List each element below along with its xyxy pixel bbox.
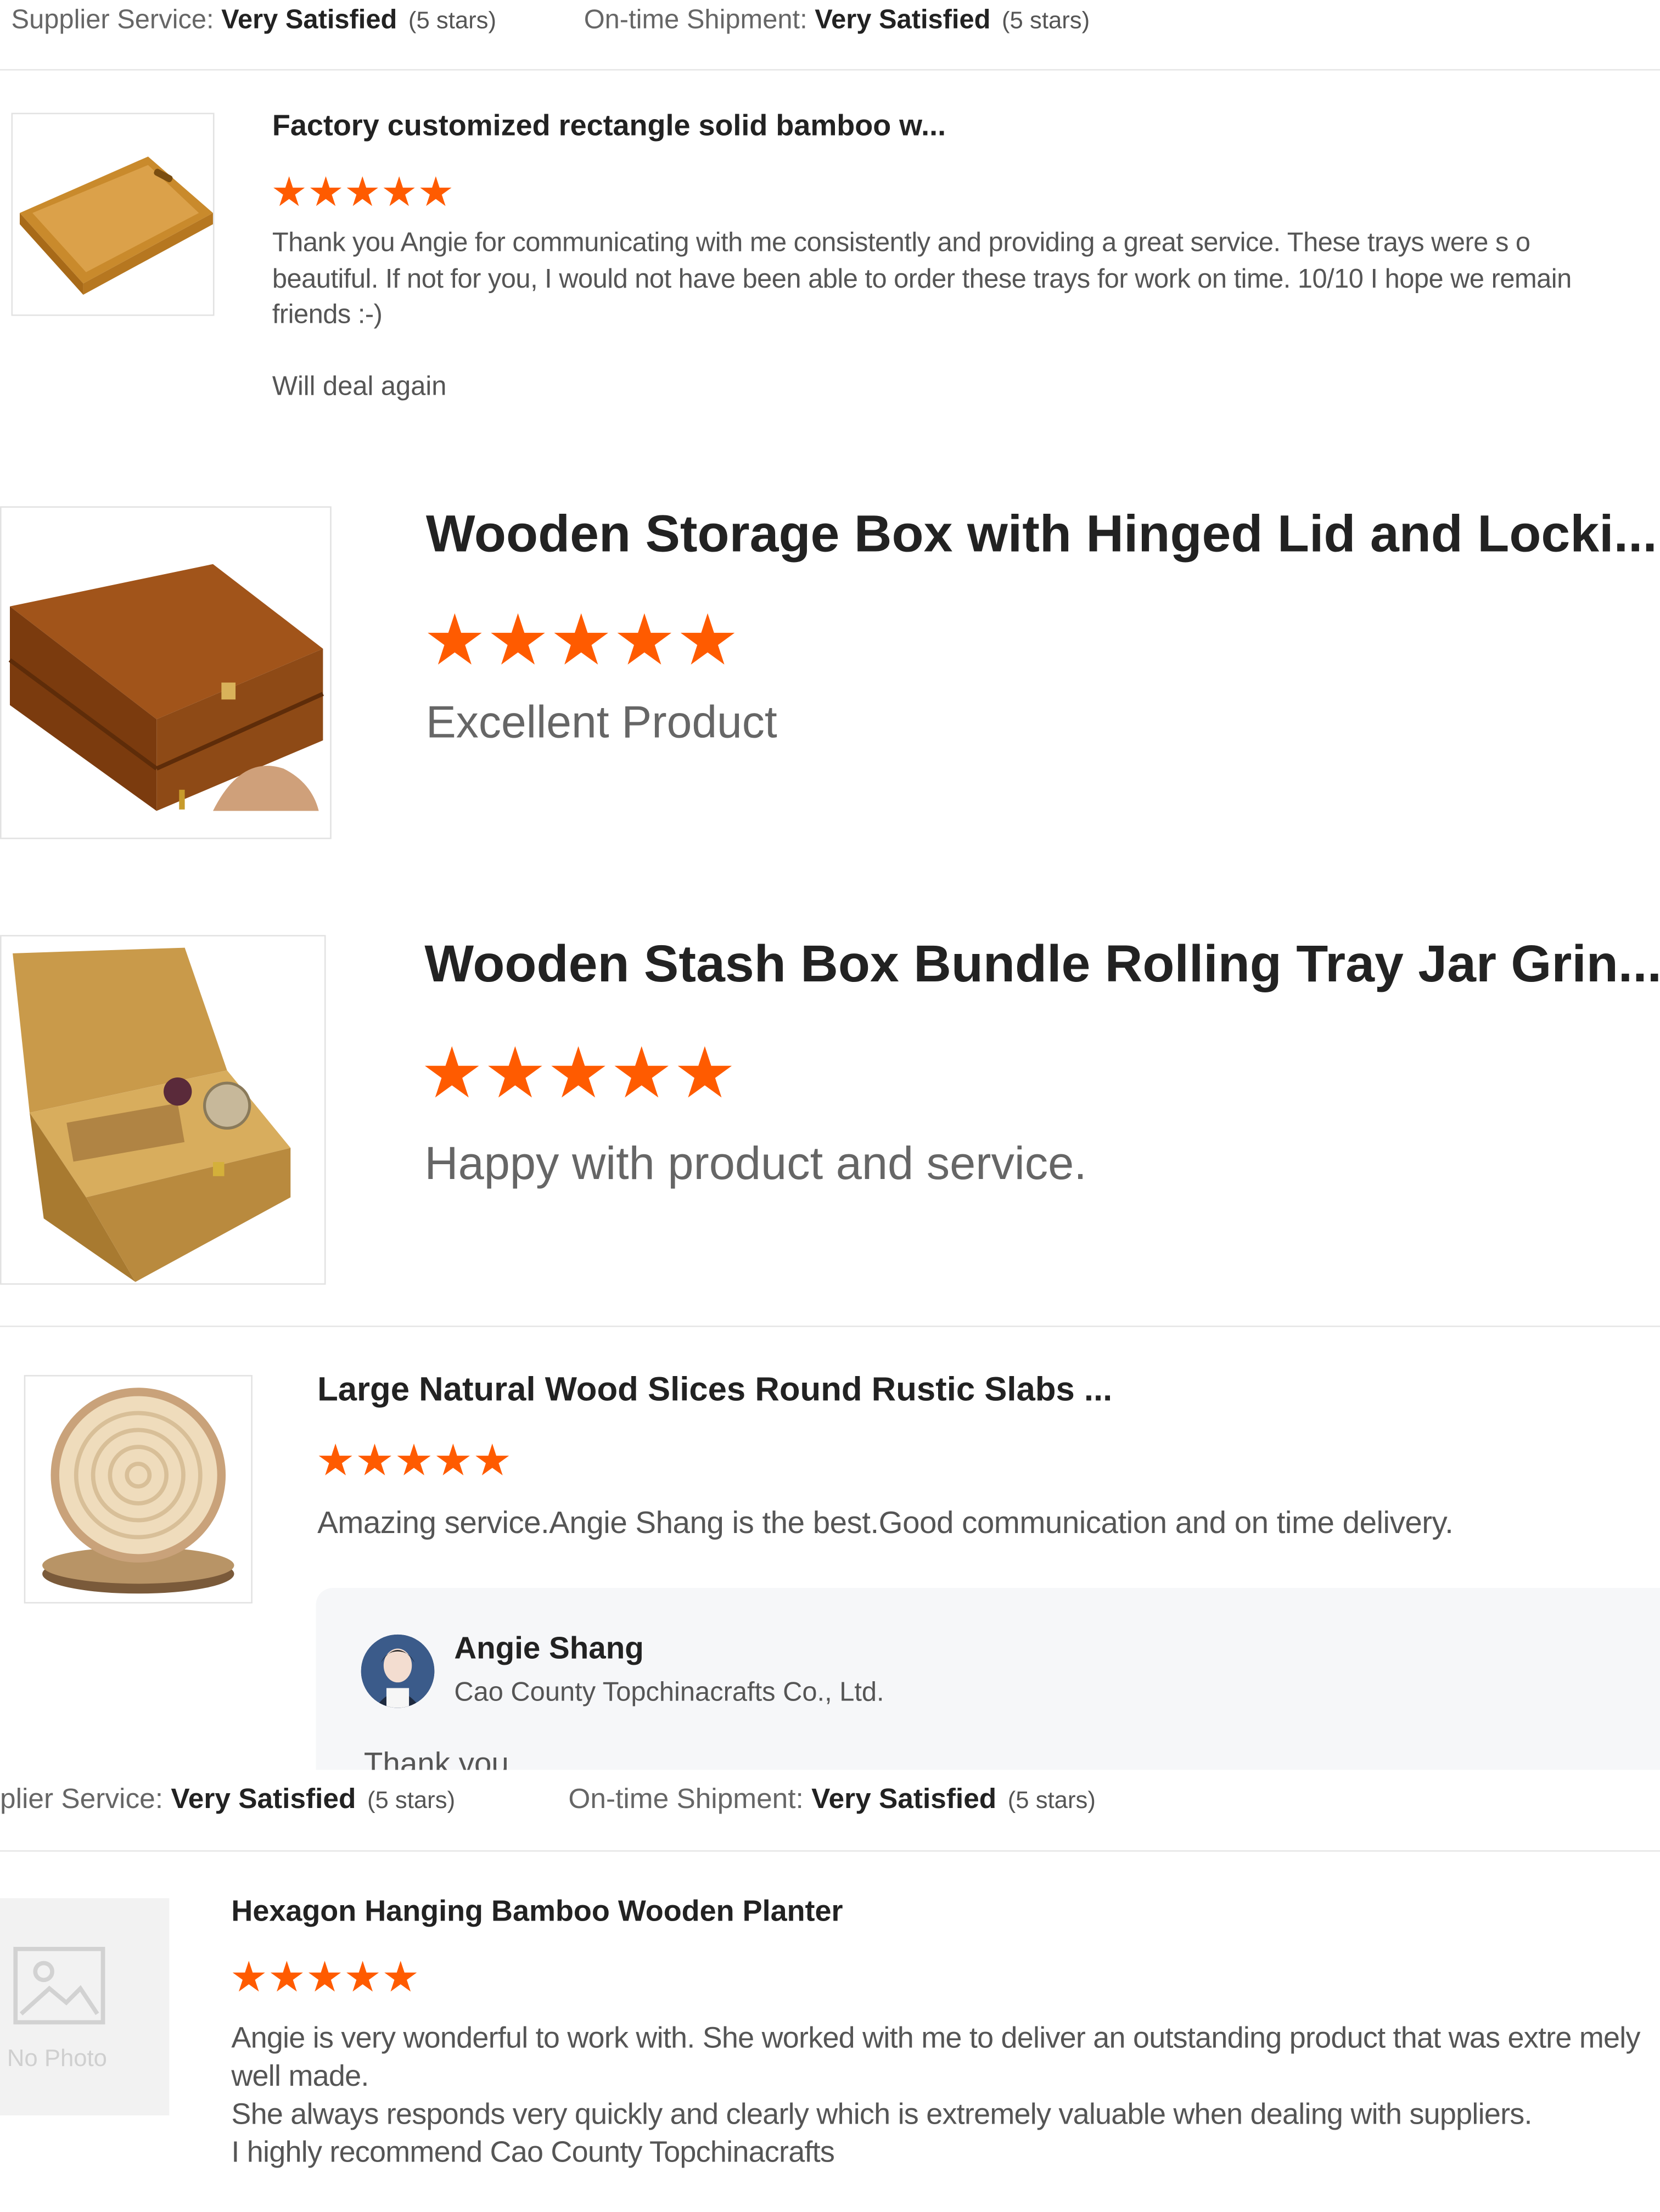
- reply-text: Thank you: [363, 1745, 509, 1770]
- review-text: Amazing service.Angie Shang is the best.…: [317, 1504, 1454, 1540]
- star-rating: ★★★★★: [420, 1034, 737, 1113]
- product-title[interactable]: Large Natural Wood Slices Round Rustic S…: [317, 1371, 1112, 1410]
- shipment-stars: (5 stars): [1007, 1787, 1096, 1814]
- star-rating: ★★★★★: [271, 170, 455, 216]
- product-thumbnail[interactable]: [0, 506, 332, 839]
- review-text: Angie is very wonderful to work with. Sh…: [231, 2019, 1646, 2171]
- shipment-rating: On-time Shipment: Very Satisfied (5 stars…: [568, 1784, 1095, 1816]
- divider: [0, 1850, 1660, 1852]
- shipment-value: Very Satisfied: [815, 5, 991, 36]
- stash-box-image: [13, 947, 291, 1282]
- supplier-service-label: plier Service:: [0, 1784, 164, 1815]
- wooden-box-image: [8, 564, 324, 811]
- star-rating: ★★★★★: [423, 600, 739, 680]
- no-photo-label: No Photo: [7, 2045, 107, 2072]
- supplier-service-stars: (5 stars): [367, 1787, 456, 1814]
- divider: [0, 69, 1660, 71]
- avatar: [361, 1634, 435, 1708]
- review-text: Happy with product and service.: [424, 1136, 1087, 1189]
- product-thumbnail[interactable]: [0, 935, 326, 1285]
- shipment-stars: (5 stars): [1002, 7, 1090, 34]
- review-text-line: I highly recommend Cao County Topchinacr…: [231, 2136, 835, 2169]
- supplier-service-value: Very Satisfied: [221, 5, 397, 36]
- shipment-label: On-time Shipment:: [584, 5, 807, 36]
- divider: [0, 1326, 1660, 1327]
- supplier-service-label: Supplier Service:: [11, 5, 214, 36]
- product-title[interactable]: Wooden Stash Box Bundle Rolling Tray Jar…: [424, 935, 1660, 994]
- supplier-reply: Angie Shang Cao County Topchinacrafts Co…: [316, 1588, 1660, 1770]
- reply-author-name: Angie Shang: [454, 1630, 644, 1666]
- supplier-service-value: Very Satisfied: [171, 1784, 356, 1815]
- supplier-service-rating: Supplier Service: Very Satisfied (5 stars…: [12, 5, 497, 37]
- wood-slice-image: [42, 1388, 234, 1594]
- supplier-service-stars: (5 stars): [408, 7, 497, 34]
- star-rating: ★★★★★: [316, 1435, 512, 1485]
- review-text-line: Angie is very wonderful to work with. Sh…: [231, 2022, 1640, 2093]
- person-icon: [361, 1634, 435, 1708]
- review-text: Excellent Product: [425, 697, 777, 748]
- review-text: Thank you Angie for communicating with m…: [272, 228, 1572, 330]
- product-thumbnail[interactable]: [24, 1375, 253, 1604]
- bamboo-tray-image: [19, 156, 213, 295]
- product-thumbnail[interactable]: [11, 113, 215, 316]
- product-title[interactable]: Factory customized rectangle solid bambo…: [272, 110, 946, 144]
- product-title[interactable]: Wooden Storage Box with Hinged Lid and L…: [426, 505, 1657, 564]
- star-rating: ★★★★★: [229, 1955, 420, 2001]
- shipment-value: Very Satisfied: [811, 1784, 997, 1815]
- reply-company: Cao County Topchinacrafts Co., Ltd.: [454, 1678, 884, 1708]
- image-placeholder-icon: [13, 1946, 105, 2025]
- reviews-page: Supplier Service: Very Satisfied (5 stars…: [0, 0, 1660, 2211]
- supplier-service-rating: plier Service: Very Satisfied (5 stars): [0, 1784, 455, 1816]
- will-deal-again-tag: Will deal again: [272, 372, 447, 402]
- shipment-label: On-time Shipment:: [568, 1784, 804, 1815]
- product-title[interactable]: Hexagon Hanging Bamboo Wooden Planter: [231, 1895, 843, 1929]
- shipment-rating: On-time Shipment: Very Satisfied (5 stars…: [584, 5, 1090, 37]
- no-photo-placeholder: No Photo: [0, 1898, 170, 2115]
- review-text-line: She always responds very quickly and cle…: [231, 2098, 1532, 2131]
